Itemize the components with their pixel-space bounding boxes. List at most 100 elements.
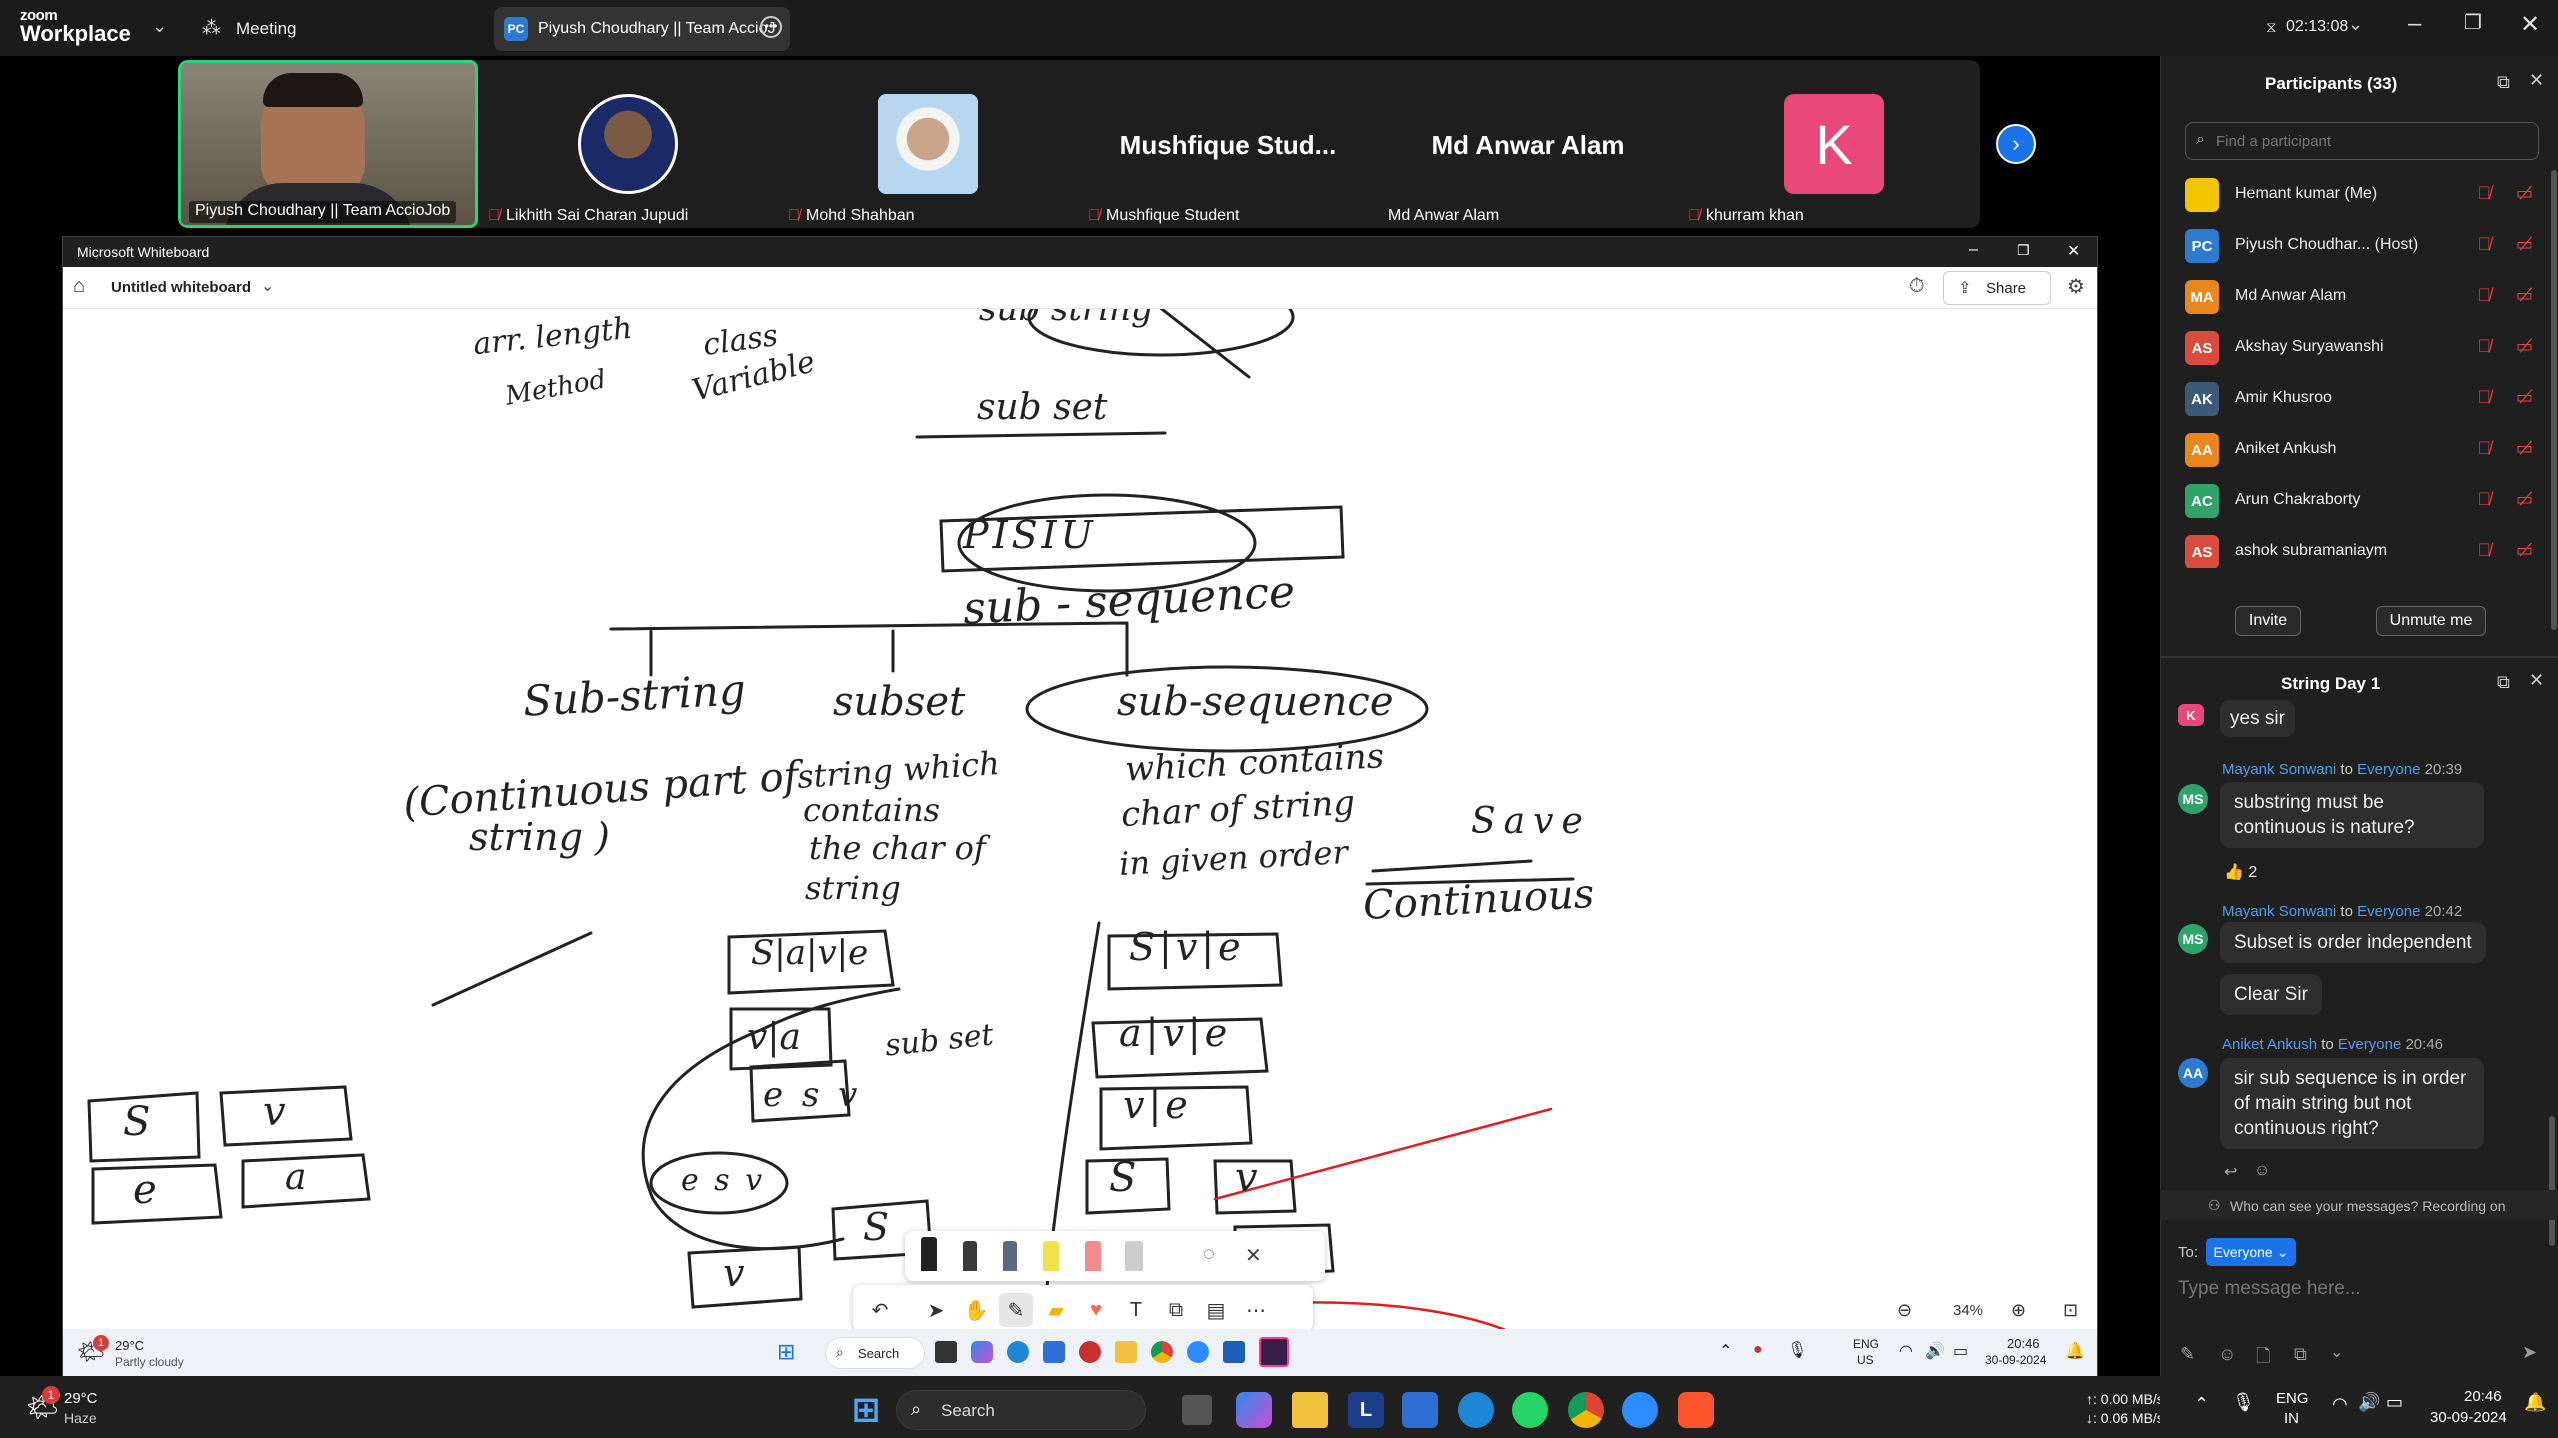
close-icon[interactable]: ✕ — [2520, 10, 2540, 39]
popout-icon[interactable]: ⧉ — [2497, 672, 2510, 693]
more-tools-icon[interactable]: ⋯ — [1239, 1293, 1273, 1327]
meeting-label[interactable]: Meeting — [236, 19, 296, 39]
templates-icon[interactable]: ▤ — [1199, 1293, 1233, 1327]
emoji-icon[interactable]: ☺ — [2218, 1344, 2236, 1365]
zoom-out-icon[interactable]: ⊖ — [1897, 1300, 1912, 1321]
windows-start-icon[interactable]: ⊞ — [777, 1339, 795, 1365]
video-tile-piyush[interactable]: Piyush Choudhary || Team AccioJob — [178, 60, 478, 228]
participant-row[interactable]: PC Piyush Choudhar... (Host) 🎙̸ ▭̸ — [2185, 219, 2545, 267]
wifi-icon[interactable]: ◠ — [1899, 1341, 1913, 1361]
more-chevron-icon[interactable]: ⌄ — [2330, 1342, 2343, 1362]
reply-icon[interactable]: ↩ — [2224, 1162, 2237, 1182]
zoom-app-icon[interactable] — [1187, 1341, 1209, 1363]
copilot-icon[interactable] — [971, 1341, 993, 1363]
lasso-icon[interactable]: ◌ — [1203, 1243, 1215, 1266]
participant-row[interactable]: AS Akshay Suryawanshi 🎙̸ ▭̸ — [2185, 321, 2545, 369]
screenshot-icon[interactable]: ⧉ — [2294, 1344, 2307, 1365]
muted-mic-video-icons[interactable]: 🎙̸ ▭̸ — [2477, 285, 2543, 306]
chrome-icon[interactable] — [1151, 1341, 1173, 1363]
tray-chevron-icon[interactable]: ⌃ — [1719, 1341, 1732, 1361]
undo-icon[interactable]: ↶ — [863, 1293, 897, 1327]
battery-icon[interactable]: ▭ — [2386, 1392, 2403, 1413]
video-tile-mohd[interactable]: 🎙̸ Mohd Shahban — [778, 60, 1078, 228]
language-top[interactable]: ENG — [2276, 1390, 2309, 1407]
muted-mic-video-icons[interactable]: 🎙̸ ▭̸ — [2477, 540, 2543, 561]
participants-scrollbar[interactable] — [2551, 170, 2557, 630]
home-icon[interactable]: ⌂ — [73, 275, 85, 298]
battery-icon[interactable]: ▭ — [1953, 1341, 1968, 1361]
edge-icon[interactable] — [1007, 1341, 1029, 1363]
chat-message-input[interactable] — [2178, 1274, 2538, 1304]
file-explorer-icon[interactable] — [1292, 1392, 1328, 1428]
ruler-icon[interactable] — [1125, 1241, 1143, 1271]
language-top[interactable]: ENG — [1853, 1337, 1879, 1351]
brave-icon[interactable] — [1678, 1392, 1714, 1428]
speaker-icon[interactable]: 🔊 — [2358, 1392, 2380, 1413]
video-tile-khurram[interactable]: K 🎙̸ khurram khan — [1678, 60, 1978, 228]
participant-row[interactable]: AK Amir Khusroo 🎙̸ ▭̸ — [2185, 372, 2545, 420]
reaction-heart-icon[interactable]: ♥ — [1079, 1293, 1113, 1327]
task-view-icon[interactable] — [1182, 1395, 1212, 1425]
participant-row[interactable]: Hemant kumar (Me) 🎙̸ ▭̸ — [2185, 168, 2545, 216]
notification-bell-icon[interactable]: 🔔 — [2524, 1392, 2546, 1413]
popout-icon[interactable]: ⧉ — [2497, 72, 2510, 93]
muted-mic-video-icons[interactable]: 🎙̸ ▭̸ — [2477, 438, 2543, 459]
restore-icon[interactable]: ❐ — [2017, 242, 2030, 259]
settings-gear-icon[interactable]: ⚙ — [2067, 274, 2085, 299]
chat-recipient-dropdown[interactable]: Everyone ⌄ — [2206, 1238, 2296, 1266]
muted-mic-video-icons[interactable]: 🎙̸ ▭̸ — [2477, 234, 2543, 255]
wifi-icon[interactable]: ◠ — [2332, 1394, 2348, 1415]
clock-date[interactable]: 30-09-2024 — [1985, 1353, 2046, 1367]
participant-search-input[interactable] — [2216, 129, 2526, 153]
windows-start-icon[interactable]: ⊞ — [848, 1391, 884, 1429]
edge-icon[interactable] — [1458, 1392, 1494, 1428]
participant-row[interactable]: AC Arun Chakraborty 🎙̸ ▭̸ — [2185, 474, 2545, 522]
send-icon[interactable]: ➤ — [2522, 1342, 2537, 1363]
timer-icon[interactable]: ⏱ — [1909, 275, 1925, 298]
muted-mic-video-icons[interactable]: 🎙̸ ▭̸ — [2477, 489, 2543, 510]
participant-row[interactable]: AA Aniket Ankush 🎙̸ ▭̸ — [2185, 423, 2545, 471]
unmute-me-button[interactable]: Unmute me — [2376, 606, 2486, 636]
mic-icon[interactable]: 🎙 — [1787, 1340, 1807, 1360]
text-tool-icon[interactable]: T — [1119, 1293, 1153, 1327]
shapes-icon[interactable]: ⧉ — [1159, 1293, 1193, 1327]
format-icon[interactable]: ✎ — [2180, 1344, 2195, 1365]
whiteboard-canvas[interactable]: arr. length Method class Variable sub st… — [63, 309, 2097, 1337]
intellij-icon[interactable] — [1259, 1337, 1289, 1367]
file-explorer-icon[interactable] — [1115, 1341, 1137, 1363]
minimize-icon[interactable]: – — [1969, 241, 1978, 259]
dark-pen-icon[interactable] — [963, 1241, 977, 1271]
select-arrow-icon[interactable]: ➤ — [919, 1293, 953, 1327]
app-l-icon[interactable]: L — [1348, 1392, 1384, 1428]
close-palette-icon[interactable]: ✕ — [1245, 1243, 1262, 1268]
participant-search[interactable]: ⌕ — [2185, 122, 2539, 160]
tray-chevron-icon[interactable]: ⌃ — [2194, 1394, 2209, 1415]
hand-pan-icon[interactable]: ✋ — [959, 1293, 993, 1327]
minimize-icon[interactable]: – — [2408, 10, 2421, 38]
muted-mic-video-icons[interactable]: 🎙̸ ▭̸ — [2477, 183, 2543, 204]
mic-icon[interactable]: 🎙 — [2232, 1392, 2255, 1413]
timer-chevron-icon[interactable]: ⌄ — [2348, 14, 2363, 35]
black-pen-icon[interactable] — [921, 1237, 937, 1271]
language-bottom[interactable]: IN — [2284, 1410, 2299, 1427]
document-title[interactable]: Untitled whiteboard — [111, 279, 251, 296]
blue-pen-icon[interactable] — [1003, 1241, 1017, 1271]
task-view-icon[interactable] — [935, 1341, 957, 1363]
more-options-icon[interactable]: ••• — [760, 16, 782, 38]
chat-message[interactable]: yes sir — [2220, 700, 2295, 737]
chat-reaction[interactable]: 👍 2 — [2224, 862, 2257, 882]
muted-mic-video-icons[interactable]: 🎙̸ ▭̸ — [2477, 336, 2543, 357]
pen-tool-icon[interactable]: ✎ — [999, 1293, 1033, 1327]
file-icon[interactable]: 🗋 — [2256, 1344, 2270, 1374]
share-button[interactable]: ⇪ Share — [1943, 271, 2051, 305]
taskbar-search[interactable]: ⌕ Search — [896, 1390, 1146, 1430]
next-page-arrow-icon[interactable]: › — [1996, 124, 2036, 164]
video-tile-mushfique[interactable]: Mushfique Stud... 🎙̸ Mushfique Student — [1078, 60, 1378, 228]
taskbar-search[interactable]: ⌕ Search — [825, 1337, 925, 1369]
zoom-level[interactable]: 34% — [1953, 1302, 1983, 1319]
chevron-down-icon[interactable]: ⌄ — [261, 276, 274, 296]
zoom-in-icon[interactable]: ⊕ — [2011, 1300, 2026, 1321]
highlighter-icon[interactable] — [1043, 1241, 1059, 1271]
chrome-icon[interactable] — [1568, 1392, 1604, 1428]
muted-mic-video-icons[interactable]: 🎙̸ ▭̸ — [2477, 387, 2543, 408]
